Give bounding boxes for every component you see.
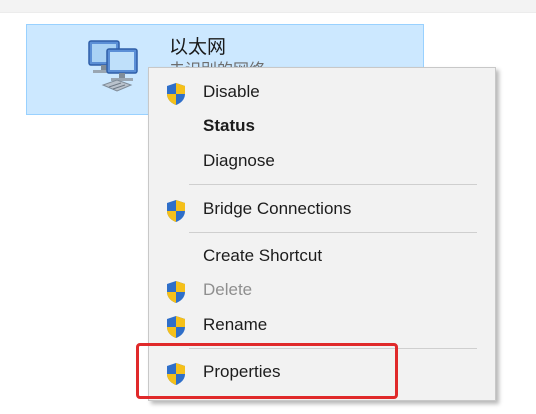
menu-label: Rename	[203, 315, 268, 334]
menu-label: Delete	[203, 280, 253, 299]
menu-item-status[interactable]: Status	[149, 109, 495, 143]
uac-shield-icon	[167, 200, 185, 222]
network-adapter-icon	[88, 40, 138, 92]
menu-item-create-shortcut[interactable]: Create Shortcut	[149, 239, 495, 273]
menu-label: Bridge Connections	[203, 199, 352, 218]
uac-shield-icon	[167, 316, 185, 338]
toolbar-strip	[0, 0, 536, 13]
properties-highlight-annotation	[136, 343, 398, 399]
menu-label: Status	[203, 116, 255, 135]
uac-shield-icon	[167, 83, 185, 105]
menu-item-diagnose[interactable]: Diagnose	[149, 144, 495, 178]
menu-label: Disable	[203, 82, 260, 101]
adapter-name: 以太网	[169, 36, 227, 58]
menu-item-rename[interactable]: Rename	[149, 308, 495, 342]
menu-item-disable[interactable]: Disable	[149, 75, 495, 109]
menu-separator	[189, 232, 477, 233]
network-connections-window: 以太网 未识别的网络 Disable Status Diagnose Bri	[0, 0, 536, 414]
menu-item-bridge-connections[interactable]: Bridge Connections	[149, 192, 495, 226]
uac-shield-icon	[167, 281, 185, 303]
menu-label: Diagnose	[203, 151, 275, 170]
menu-label: Create Shortcut	[203, 246, 323, 265]
menu-separator	[189, 184, 477, 185]
menu-item-delete[interactable]: Delete	[149, 273, 495, 307]
